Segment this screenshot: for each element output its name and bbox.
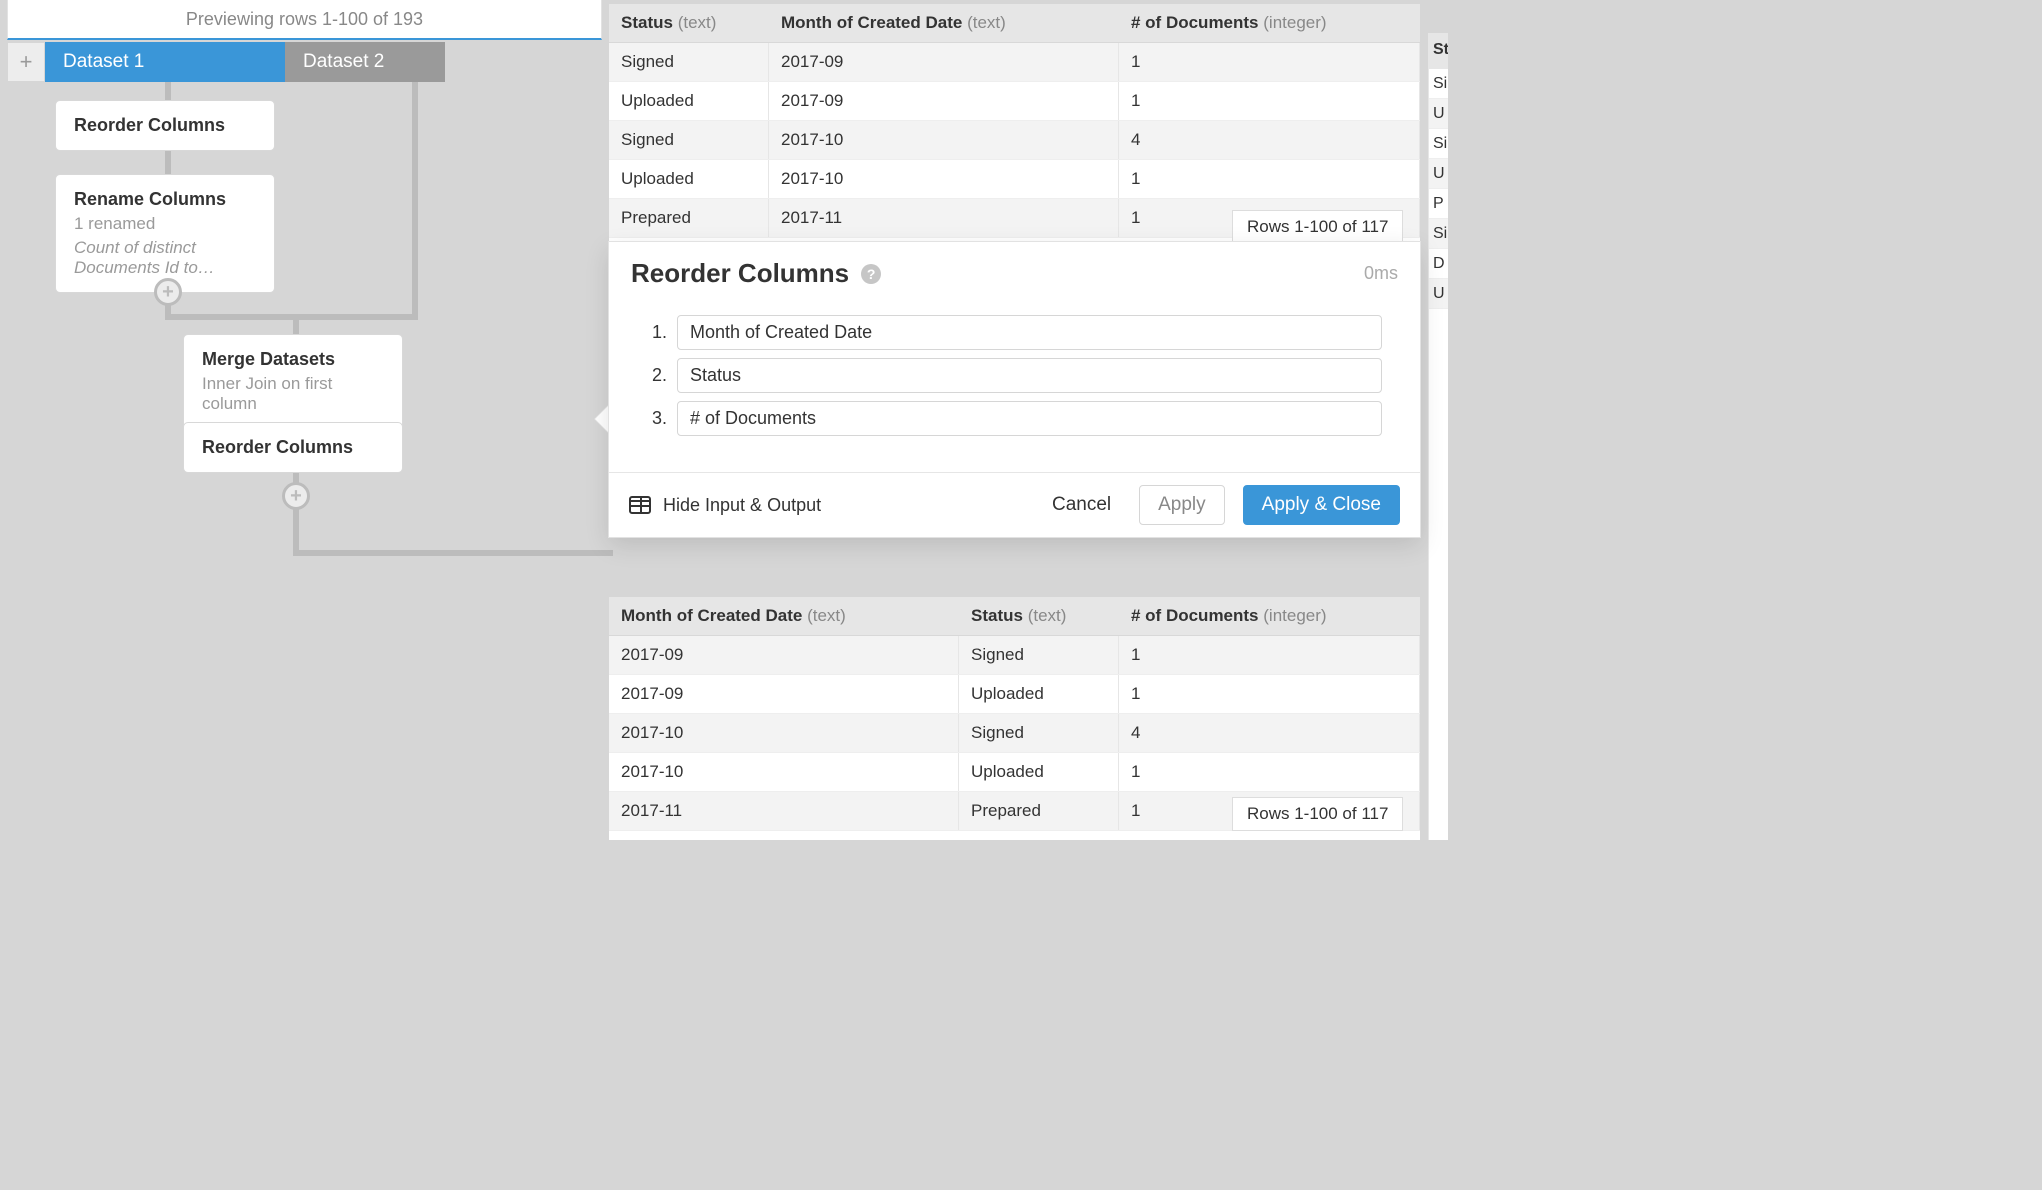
add-dataset-button[interactable]: + xyxy=(7,42,45,82)
insert-step-button-2[interactable]: + xyxy=(282,482,310,510)
toggle-label: Hide Input & Output xyxy=(663,495,821,516)
list-index: 3. xyxy=(647,408,667,429)
step-subtitle: Inner Join on first column xyxy=(202,374,384,414)
tab-dataset-2[interactable]: Dataset 2 xyxy=(285,42,445,82)
step-subtitle: 1 renamed xyxy=(74,214,256,234)
column-header-docs[interactable]: # of Documents (integer) xyxy=(1119,4,1420,42)
tab-label: Dataset 1 xyxy=(63,51,144,73)
reorder-list-item: 1. Month of Created Date xyxy=(647,315,1382,350)
step-title: Reorder Columns xyxy=(74,115,256,136)
step-detail: Count of distinct Documents Id to… xyxy=(74,238,256,278)
reorder-list: 1. Month of Created Date 2. Status 3. # … xyxy=(647,315,1382,436)
column-header-docs[interactable]: # of Documents (integer) xyxy=(1119,597,1420,635)
reorder-field-2[interactable]: Status xyxy=(677,358,1382,393)
column-header-status[interactable]: Status (text) xyxy=(959,597,1119,635)
tab-dataset-1[interactable]: Dataset 1 ▼ xyxy=(45,42,285,82)
preview-rows-text: Previewing rows 1-100 of 193 xyxy=(186,9,423,30)
help-icon[interactable]: ? xyxy=(861,264,881,284)
preview-rows-bar: Previewing rows 1-100 of 193 xyxy=(7,0,602,40)
column-header-month[interactable]: Month of Created Date (text) xyxy=(769,4,1119,42)
reorder-field-3[interactable]: # of Documents xyxy=(677,401,1382,436)
reorder-columns-dialog: Reorder Columns ? 0ms 1. Month of Create… xyxy=(609,242,1420,537)
table-body: Signed 2017-09 1 Uploaded 2017-09 1 Sign… xyxy=(609,43,1420,238)
table-row: Uploaded 2017-09 1 xyxy=(609,82,1420,121)
list-index: 2. xyxy=(647,365,667,386)
reorder-field-1[interactable]: Month of Created Date xyxy=(677,315,1382,350)
input-preview-table: Status (text) Month of Created Date (tex… xyxy=(609,4,1420,242)
dialog-timing: 0ms xyxy=(1364,263,1398,284)
output-rows-badge: Rows 1-100 of 117 xyxy=(1232,797,1403,831)
connector xyxy=(293,550,613,556)
table-header-row: Month of Created Date (text) Status (tex… xyxy=(609,597,1420,636)
connector xyxy=(165,314,293,320)
dataset-tabs: + Dataset 1 ▼ Dataset 2 xyxy=(7,42,445,82)
table-row: Signed 2017-09 1 xyxy=(609,43,1420,82)
connector xyxy=(293,502,299,556)
step-reorder-columns-1[interactable]: Reorder Columns xyxy=(55,100,275,151)
table-row: Uploaded 2017-10 1 xyxy=(609,160,1420,199)
apply-button[interactable]: Apply xyxy=(1139,485,1225,525)
dialog-footer: Hide Input & Output Cancel Apply Apply &… xyxy=(609,472,1420,537)
cancel-button[interactable]: Cancel xyxy=(1042,488,1121,522)
tab-label: Dataset 2 xyxy=(303,51,384,73)
table-row: Signed 2017-10 4 xyxy=(609,121,1420,160)
column-header-month[interactable]: Month of Created Date (text) xyxy=(609,597,959,635)
toggle-input-output-button[interactable]: Hide Input & Output xyxy=(629,495,821,516)
connector xyxy=(165,82,171,100)
peek-header: St xyxy=(1429,33,1448,69)
step-rename-columns[interactable]: Rename Columns 1 renamed Count of distin… xyxy=(55,174,275,293)
dialog-pointer xyxy=(595,405,609,433)
step-title: Merge Datasets xyxy=(202,349,384,370)
apply-and-close-button[interactable]: Apply & Close xyxy=(1243,485,1400,525)
table-header-row: Status (text) Month of Created Date (tex… xyxy=(609,4,1420,43)
connector xyxy=(412,82,418,320)
input-rows-badge: Rows 1-100 of 117 xyxy=(1232,210,1403,244)
step-merge-datasets[interactable]: Merge Datasets Inner Join on first colum… xyxy=(183,334,403,429)
dialog-body: 1. Month of Created Date 2. Status 3. # … xyxy=(609,297,1420,472)
reorder-list-item: 3. # of Documents xyxy=(647,401,1382,436)
dialog-header: Reorder Columns ? 0ms xyxy=(609,242,1420,297)
step-title: Rename Columns xyxy=(74,189,256,210)
insert-step-button-1[interactable]: + xyxy=(154,278,182,306)
connector xyxy=(293,314,299,334)
reorder-list-item: 2. Status xyxy=(647,358,1382,393)
table-row: 2017-09 Uploaded 1 xyxy=(609,675,1420,714)
connector xyxy=(293,314,418,320)
dialog-title: Reorder Columns ? xyxy=(631,258,881,289)
step-title: Reorder Columns xyxy=(202,437,384,458)
table-icon xyxy=(629,496,651,514)
table-row: 2017-10 Uploaded 1 xyxy=(609,753,1420,792)
list-index: 1. xyxy=(647,322,667,343)
table-row: 2017-10 Signed 4 xyxy=(609,714,1420,753)
table-row: 2017-09 Signed 1 xyxy=(609,636,1420,675)
plus-icon: + xyxy=(20,49,33,75)
column-header-status[interactable]: Status (text) xyxy=(609,4,769,42)
step-reorder-columns-2[interactable]: Reorder Columns xyxy=(183,422,403,473)
